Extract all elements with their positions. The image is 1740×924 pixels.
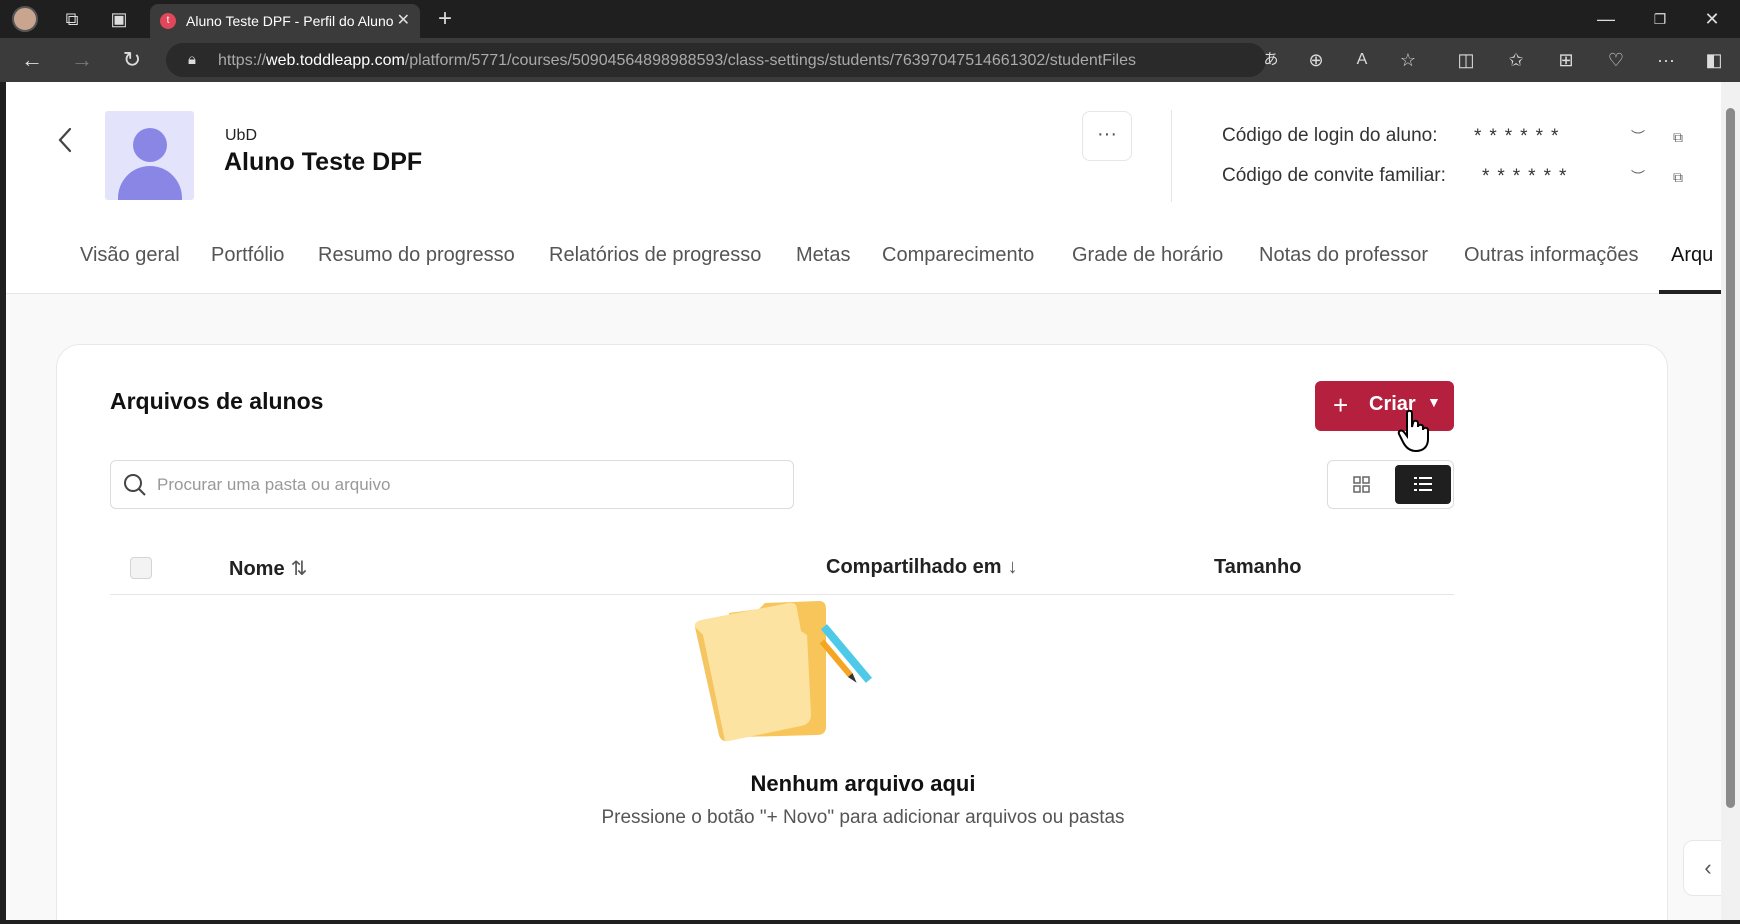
profile-avatar-icon[interactable] xyxy=(12,6,38,32)
search-placeholder: Procurar uma pasta ou arquivo xyxy=(157,475,391,494)
hide-eye-icon[interactable]: ︶ xyxy=(1628,127,1648,147)
settings-more-icon[interactable]: ··· xyxy=(1652,46,1680,74)
login-code-label: Código de login do aluno: xyxy=(1222,125,1438,146)
empty-folder-illustration xyxy=(694,601,873,742)
files-title: Arquivos de alunos xyxy=(110,388,324,414)
empty-state-subtitle: Pressione o botão "+ Novo" para adiciona… xyxy=(601,807,1125,828)
search-input[interactable]: Procurar uma pasta ou arquivo xyxy=(110,460,794,509)
select-all-checkbox[interactable] xyxy=(130,557,152,579)
tab-progress-summary[interactable]: Resumo do progresso xyxy=(318,244,515,267)
toddle-favicon-icon: t xyxy=(160,13,176,29)
column-size[interactable]: Tamanho xyxy=(1214,556,1301,579)
student-name: Aluno Teste DPF xyxy=(224,148,423,176)
tab-actions-icon[interactable]: ▣ xyxy=(105,5,133,33)
student-files-card: Arquivos de alunos + Criar ▼ Procurar um… xyxy=(56,344,1668,920)
tab-timetable[interactable]: Grade de horário xyxy=(1072,244,1223,267)
sort-icon[interactable]: ⇅ xyxy=(291,558,308,580)
lock-icon[interactable]: 🔒︎ xyxy=(178,46,206,74)
browser-health-icon[interactable]: ♡ xyxy=(1602,46,1630,74)
hide-eye-icon[interactable]: ︶ xyxy=(1628,167,1648,187)
empty-state-title: Nenhum arquivo aqui xyxy=(750,771,976,796)
page-content: UbD Aluno Teste DPF ··· Código de login … xyxy=(6,82,1721,920)
tab-goals[interactable]: Metas xyxy=(796,244,850,267)
url-text: https://web.toddleapp.com/platform/5771/… xyxy=(218,52,1136,69)
files-table-header: Nome ⇅ Compartilhado em ↓ Tamanho xyxy=(110,539,1454,595)
tab-attendance[interactable]: Comparecimento xyxy=(882,244,1034,267)
tab-files[interactable]: Arqu xyxy=(1671,244,1713,267)
forward-icon[interactable]: → xyxy=(68,46,96,74)
scrollbar-thumb[interactable] xyxy=(1726,108,1735,808)
hand-cursor-icon xyxy=(1397,409,1429,453)
zoom-icon[interactable]: ⊕ xyxy=(1302,46,1330,74)
student-header: UbD Aluno Teste DPF ··· Código de login … xyxy=(6,82,1721,294)
header-divider xyxy=(1171,110,1172,202)
avatar-body xyxy=(118,166,182,200)
copy-icon[interactable]: ⧉ xyxy=(1668,167,1688,187)
favorites-icon[interactable]: ✩ xyxy=(1502,46,1530,74)
workspaces-icon[interactable]: ⧉ xyxy=(58,5,86,33)
list-view-icon xyxy=(1414,477,1432,491)
grid-view-icon[interactable] xyxy=(1332,465,1390,504)
view-toggle xyxy=(1327,460,1454,509)
create-button[interactable]: + Criar ▼ xyxy=(1315,381,1454,431)
browser-tab-title: Aluno Teste DPF - Perfil do Aluno xyxy=(186,13,394,29)
profile-tabs: Visão geral Portfólio Resumo do progress… xyxy=(6,222,1721,294)
collections-icon[interactable]: ⊞ xyxy=(1552,46,1580,74)
tab-other-info[interactable]: Outras informações xyxy=(1464,244,1639,267)
page-scrollbar[interactable] xyxy=(1721,82,1740,920)
translate-icon[interactable]: あ xyxy=(1257,46,1285,74)
back-icon[interactable]: ← xyxy=(18,46,46,74)
back-chevron-icon[interactable] xyxy=(56,126,76,154)
split-screen-icon[interactable]: ◫ xyxy=(1452,46,1480,74)
favorite-star-icon[interactable]: ☆ xyxy=(1394,46,1422,74)
address-bar: ← → ↻ 🔒︎ https://web.toddleapp.com/platf… xyxy=(0,38,1740,82)
list-view-button[interactable] xyxy=(1395,465,1451,504)
browser-tab-bar: ⧉ ▣ t Aluno Teste DPF - Perfil do Aluno … xyxy=(0,0,1740,38)
tab-portfolio[interactable]: Portfólio xyxy=(211,244,284,267)
avatar-head xyxy=(133,128,167,162)
caret-down-icon[interactable]: ▼ xyxy=(1427,394,1441,410)
search-icon xyxy=(124,474,146,496)
sidebar-toggle-icon[interactable]: ◧ xyxy=(1700,46,1728,74)
new-tab-icon[interactable]: + xyxy=(431,5,459,33)
copy-icon[interactable]: ⧉ xyxy=(1668,127,1688,147)
browser-tab-active[interactable]: t Aluno Teste DPF - Perfil do Aluno ✕ xyxy=(150,4,420,38)
column-shared[interactable]: Compartilhado em ↓ xyxy=(826,556,1018,579)
collapse-sidebar-button[interactable]: ‹ xyxy=(1683,840,1721,896)
more-options-button[interactable]: ··· xyxy=(1082,111,1132,161)
plus-icon: + xyxy=(1333,390,1349,420)
tab-overview[interactable]: Visão geral xyxy=(80,244,180,267)
student-group: UbD xyxy=(225,127,258,144)
close-window-icon[interactable]: ✕ xyxy=(1698,5,1726,33)
family-code-label: Código de convite familiar: xyxy=(1222,165,1446,186)
avatar xyxy=(105,111,194,200)
column-name[interactable]: Nome ⇅ xyxy=(229,556,307,581)
restore-icon[interactable]: ❐ xyxy=(1646,5,1674,33)
active-tab-indicator xyxy=(1659,290,1721,294)
read-aloud-icon[interactable]: A xyxy=(1348,46,1376,74)
url-field[interactable]: 🔒︎ https://web.toddleapp.com/platform/57… xyxy=(166,43,1266,77)
refresh-icon[interactable]: ↻ xyxy=(118,46,146,74)
tab-progress-reports[interactable]: Relatórios de progresso xyxy=(549,244,761,267)
minimize-icon[interactable]: — xyxy=(1592,5,1620,33)
close-tab-icon[interactable]: ✕ xyxy=(397,10,410,30)
login-code-value: ****** xyxy=(1474,126,1567,147)
family-code-value: ****** xyxy=(1482,166,1575,187)
tab-teacher-notes[interactable]: Notas do professor xyxy=(1259,244,1428,267)
arrow-down-icon[interactable]: ↓ xyxy=(1008,556,1018,578)
